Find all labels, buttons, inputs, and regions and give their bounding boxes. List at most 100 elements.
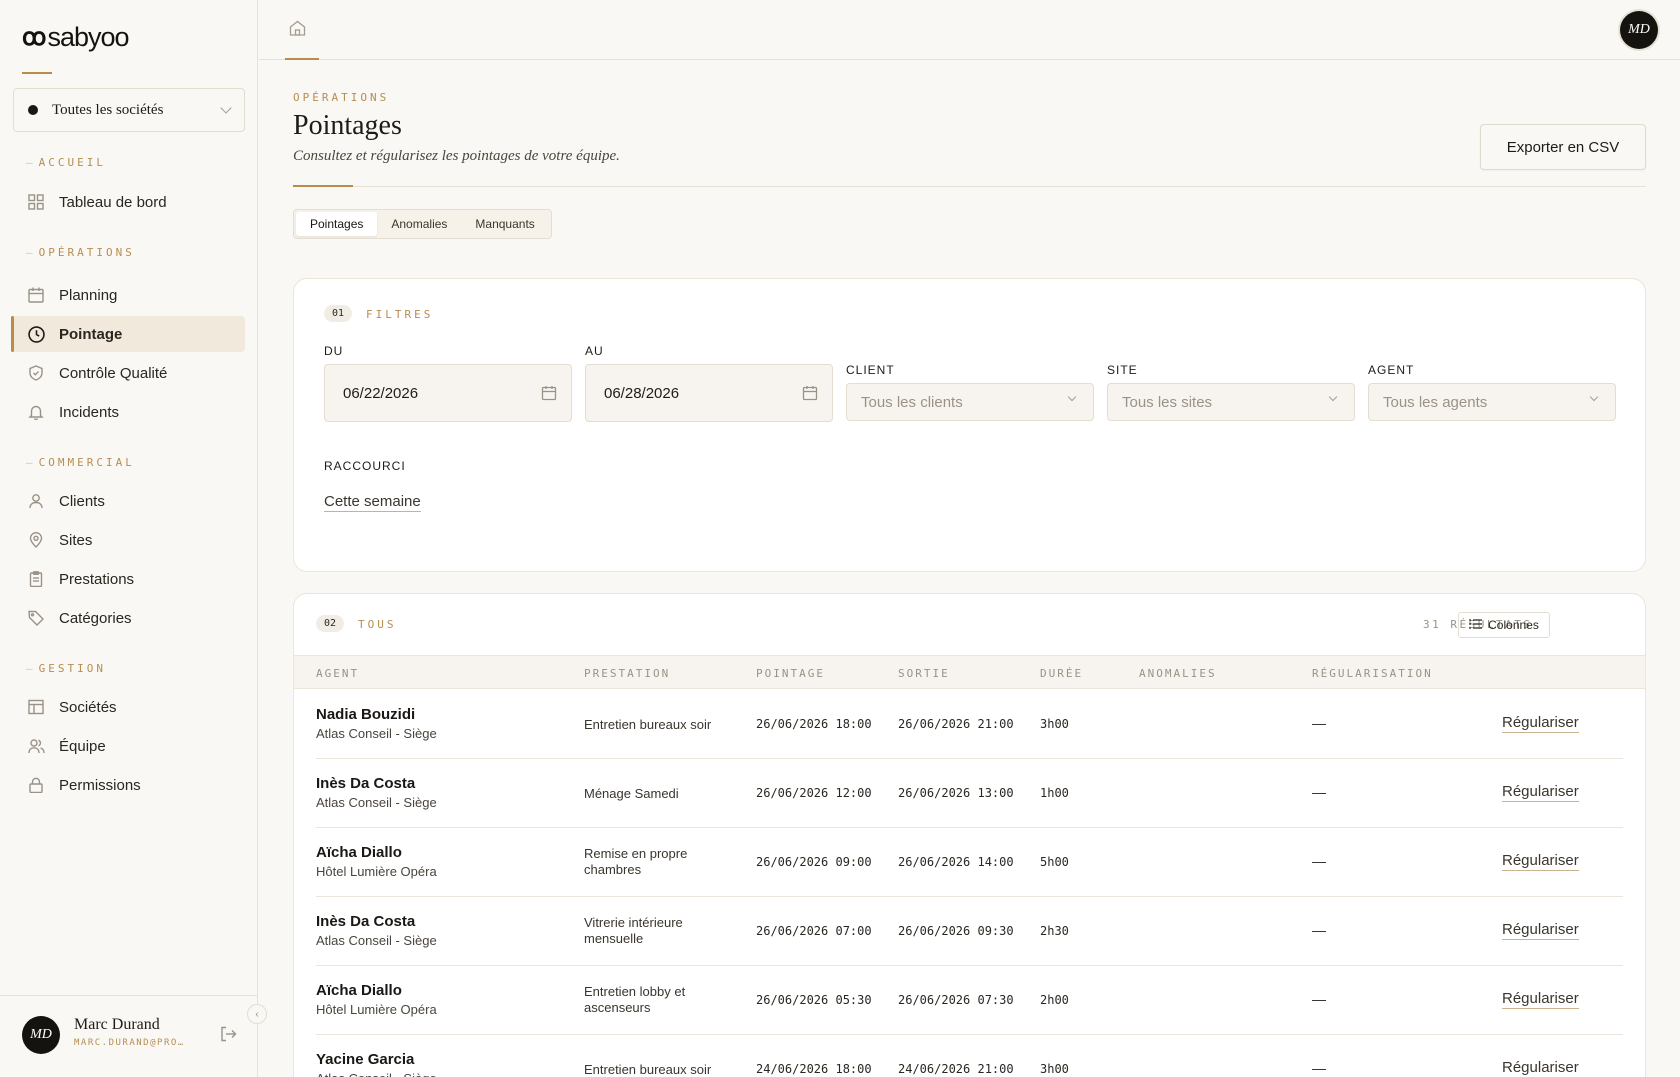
regulariser-link[interactable]: Régulariser [1502,921,1579,940]
sortie-cell: 26/06/2026 14:00 [898,855,1014,869]
du-label: DU [324,344,344,358]
duree-cell: 5h00 [1040,855,1069,869]
table-row[interactable]: Yacine Garcia Atlas Conseil - Siège Entret… [316,1035,1623,1077]
brand-name: sabyoo [47,22,129,52]
sidebar-item-societes[interactable]: Sociétés [11,689,245,725]
table-row[interactable]: Inès Da Costa Atlas Conseil - Siège Ménage… [316,759,1623,828]
sidebar-item-categories[interactable]: Catégories [11,600,245,636]
company-dot-icon [28,105,38,115]
sidebar-item-planning[interactable]: Planning [11,277,245,313]
sidebar-item-sites[interactable]: Sites [11,522,245,558]
agent-cell: Yacine Garcia Atlas Conseil - Siège [316,1051,437,1077]
home-icon[interactable] [289,20,306,41]
duree-cell: 3h00 [1040,1062,1069,1076]
company-select[interactable]: Toutes les sociétés [13,88,245,132]
client-label: CLIENT [846,363,895,377]
chevron-down-icon [220,102,232,114]
calendar-icon [27,286,45,304]
user-block: MD Marc Durand MARC.DURAND@PRO… [0,995,258,1077]
avatar[interactable]: MD [22,1016,60,1054]
sidebar: ꝏ sabyoo Toutes les sociétés ACCUEIL Tab… [0,0,258,1077]
main-content: OPÉRATIONS Pointages Consultez et régula… [259,60,1680,1077]
sidebar-item-permissions[interactable]: Permissions [11,767,245,803]
calendar-icon[interactable] [541,385,557,405]
date-to-input[interactable]: 06/28/2026 [585,364,833,422]
agent-name[interactable]: Nadia Bouzidi [316,706,437,723]
sidebar-item-label: Pointage [59,325,123,343]
sidebar-item-clients[interactable]: Clients [11,483,245,519]
regulariser-link[interactable]: Régulariser [1502,852,1579,871]
tab-pointages[interactable]: Pointages [296,212,378,236]
sortie-cell: 26/06/2026 07:30 [898,993,1014,1007]
header-avatar[interactable]: MD [1620,11,1658,49]
prestation-cell: Ménage Samedi [584,786,679,801]
export-csv-button[interactable]: Exporter en CSV [1480,124,1646,170]
table-row[interactable]: Aïcha Diallo Hôtel Lumière Opéra Entretien… [316,966,1623,1035]
sidebar-item-equipe[interactable]: Équipe [11,728,245,764]
table-row[interactable]: Nadia Bouzidi Atlas Conseil - Siège Entret… [316,690,1623,759]
regulariser-link[interactable]: Régulariser [1502,1059,1579,1077]
agent-site: Atlas Conseil - Siège [316,1071,437,1077]
table-row[interactable]: Inès Da Costa Atlas Conseil - Siège Vitrer… [316,897,1623,966]
section-label-accueil: ACCUEIL [26,156,106,169]
tab-anomalies[interactable]: Anomalies [377,212,461,236]
user-icon [27,492,45,510]
column-header-agent[interactable]: AGENT [316,667,359,680]
date-from-value: 06/22/2026 [343,384,419,402]
logout-icon[interactable] [220,1026,237,1047]
column-header-duree[interactable]: DURÉE [1040,667,1083,680]
duree-cell: 3h00 [1040,717,1069,731]
prestation-cell: Vitrerie intérieure mensuelle [584,915,683,946]
agent-name[interactable]: Inès Da Costa [316,913,437,930]
column-header-prestation[interactable]: PRESTATION [584,667,670,680]
list-icon [1469,618,1483,632]
columns-button-label: Colonnes [1488,618,1539,632]
agent-site: Atlas Conseil - Siège [316,795,437,810]
calendar-icon[interactable] [802,385,818,405]
agent-name[interactable]: Inès Da Costa [316,775,437,792]
agent-name[interactable]: Yacine Garcia [316,1051,437,1068]
tag-icon [27,609,45,627]
sidebar-item-label: Contrôle Qualité [59,364,168,382]
prestation-cell: Entretien lobby et ascenseurs [584,984,686,1015]
agent-select[interactable]: Tous les agents [1368,383,1616,421]
sidebar-item-pointage[interactable]: Pointage [11,316,245,352]
sortie-cell: 26/06/2026 09:30 [898,924,1014,938]
column-header-anomalies[interactable]: ANOMALIES [1139,667,1217,680]
site-select[interactable]: Tous les sites [1107,383,1355,421]
date-from-input[interactable]: 06/22/2026 [324,364,572,422]
shortcut-this-week[interactable]: Cette semaine [324,493,421,512]
sidebar-item-incidents[interactable]: Incidents [11,394,245,430]
agent-name[interactable]: Aïcha Diallo [316,982,437,999]
sidebar-item-tableau-de-bord[interactable]: Tableau de bord [11,184,245,220]
pointage-cell: 26/06/2026 05:30 [756,993,872,1007]
regulariser-link[interactable]: Régulariser [1502,990,1579,1009]
collapse-sidebar-button[interactable]: ‹ [247,1004,267,1024]
sidebar-item-prestations[interactable]: Prestations [11,561,245,597]
regulariser-link[interactable]: Régulariser [1502,783,1579,802]
brand-logo[interactable]: ꝏ sabyoo [22,22,130,53]
logo-underline [22,72,52,74]
regularisation-cell: — [1312,991,1326,1007]
column-header-regularisation[interactable]: RÉGULARISATION [1312,667,1433,680]
client-select[interactable]: Tous les clients [846,383,1094,421]
agent-label: AGENT [1368,363,1415,377]
table-row[interactable]: Aïcha Diallo Hôtel Lumière Opéra Remise en… [316,828,1623,897]
agent-name[interactable]: Aïcha Diallo [316,844,437,861]
pointage-cell: 26/06/2026 18:00 [756,717,872,731]
columns-button[interactable]: Colonnes [1458,612,1550,638]
duree-cell: 1h00 [1040,786,1069,800]
sortie-cell: 26/06/2026 21:00 [898,717,1014,731]
company-select-value: Toutes les sociétés [52,101,164,118]
sidebar-item-controle-qualite[interactable]: Contrôle Qualité [11,355,245,391]
page-subtitle: Consultez et régularisez les pointages d… [293,148,620,164]
site-select-placeholder: Tous les sites [1122,393,1213,411]
column-header-pointage[interactable]: POINTAGE [756,667,825,680]
users-icon [27,737,45,755]
sidebar-item-label: Catégories [59,609,132,627]
column-header-sortie[interactable]: SORTIE [898,667,950,680]
tab-manquants[interactable]: Manquants [461,212,548,236]
chevron-left-icon: ‹ [255,1008,259,1020]
regulariser-link[interactable]: Régulariser [1502,714,1579,733]
title-divider [293,186,1646,187]
